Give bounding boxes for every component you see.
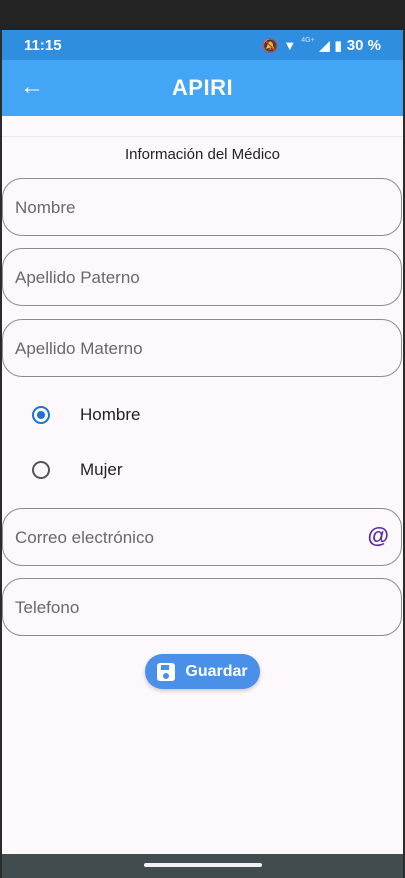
signal-icon: ◢ <box>319 37 330 53</box>
save-icon <box>157 662 176 681</box>
radio-selected-icon[interactable] <box>32 406 50 424</box>
app-title: APIRI <box>171 75 234 100</box>
wifi-icon: ▼ <box>283 37 297 53</box>
telefono-field[interactable]: Telefono <box>2 578 402 636</box>
status-time: 11:15 <box>24 36 62 54</box>
app-bar: ← APIRI <box>2 60 403 116</box>
home-gesture-bar[interactable] <box>144 863 262 867</box>
apellido-materno-placeholder: Apellido Materno <box>15 339 143 358</box>
notifications-off-icon: 🔕 <box>262 37 279 53</box>
nombre-placeholder: Nombre <box>15 198 76 217</box>
gender-option-hombre[interactable]: Hombre <box>2 395 402 435</box>
status-icons: 🔕 ▼ 4G+ ◢ ▮ 30 % <box>262 37 381 54</box>
nombre-field[interactable]: Nombre <box>2 178 402 236</box>
email-field[interactable]: Correo electrónico @ <box>2 508 402 566</box>
status-bar: 11:15 🔕 ▼ 4G+ ◢ ▮ 30 % <box>2 30 403 60</box>
apellido-paterno-placeholder: Apellido Paterno <box>15 268 140 287</box>
save-button-label: Guardar <box>185 662 248 680</box>
divider <box>2 136 403 137</box>
gender-label-mujer: Mujer <box>80 460 123 479</box>
gender-option-mujer[interactable]: Mujer <box>2 450 402 490</box>
save-button[interactable]: Guardar <box>145 654 260 689</box>
at-icon: @ <box>367 523 389 548</box>
apellido-materno-field[interactable]: Apellido Materno <box>2 319 402 377</box>
gender-label-hombre: Hombre <box>80 405 141 424</box>
form-content: Información del Médico Nombre Apellido P… <box>2 116 403 854</box>
telefono-placeholder: Telefono <box>15 598 80 617</box>
email-placeholder: Correo electrónico <box>15 528 154 547</box>
apellido-paterno-field[interactable]: Apellido Paterno <box>2 248 402 306</box>
battery-level: 30 % <box>346 36 381 54</box>
battery-icon: ▮ <box>334 37 342 53</box>
top-bezel <box>0 0 405 30</box>
section-title: Información del Médico <box>124 146 281 163</box>
radio-unselected-icon[interactable] <box>32 461 50 479</box>
navigation-bar <box>2 854 403 878</box>
network-type: 4G+ <box>301 36 315 44</box>
